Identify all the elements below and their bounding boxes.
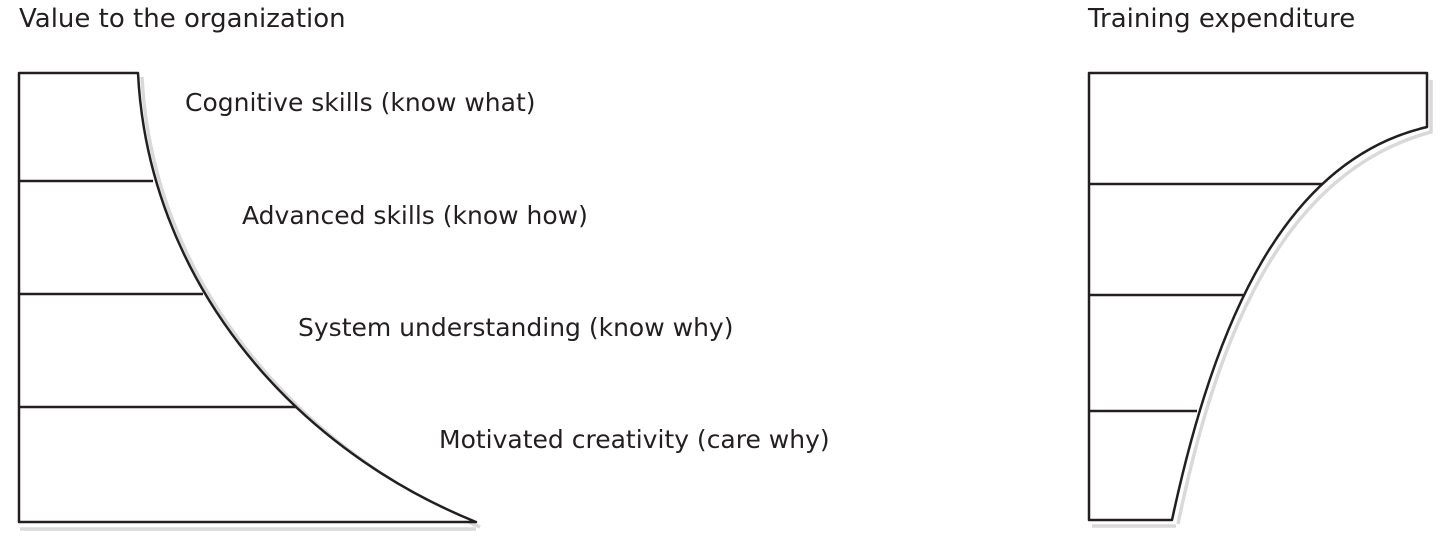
level-label-cognitive: Cognitive skills (know what) [185,88,536,117]
level-label-creativity: Motivated creativity (care why) [439,425,830,454]
value-title: Value to the organization [19,4,346,34]
expenditure-shape-outline [1087,71,1429,522]
value-shape-outline [17,71,478,524]
value-shape [17,71,481,531]
expenditure-title: Training expenditure [1088,4,1356,34]
level-label-advanced: Advanced skills (know how) [242,201,588,230]
level-label-system: System understanding (know why) [298,313,734,342]
expenditure-shape [1087,71,1433,528]
diagram-canvas [17,71,1433,531]
